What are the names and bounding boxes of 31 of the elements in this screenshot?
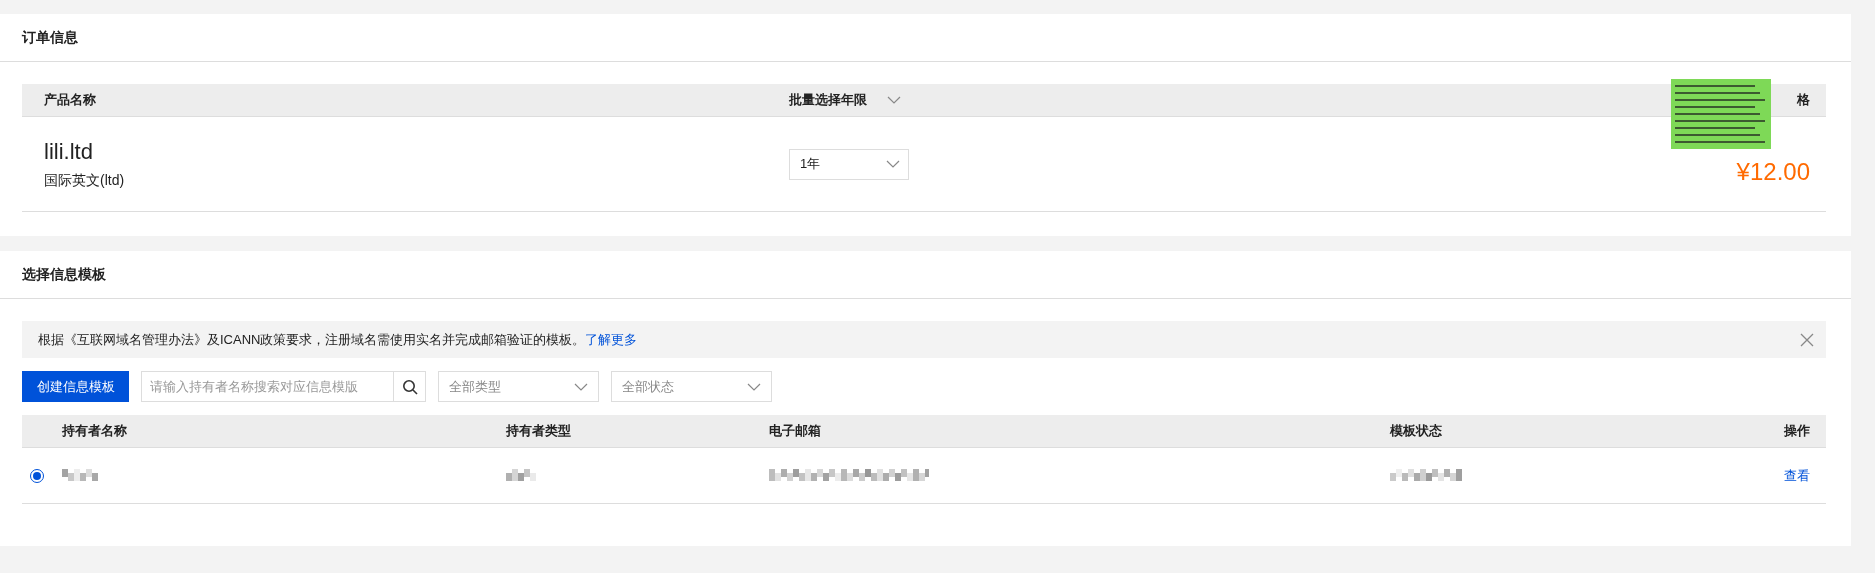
- caret-icon: [747, 382, 761, 391]
- price: ¥12.00: [1736, 157, 1810, 186]
- caret-icon: [574, 382, 588, 391]
- search-field[interactable]: 请输入持有者名称搜索对应信息模版: [141, 371, 393, 402]
- column-header: 产品名称: [44, 91, 97, 109]
- view-link[interactable]: 查看: [1784, 466, 1810, 485]
- domain-name: lili.ltd: [44, 138, 94, 165]
- search-button[interactable]: [393, 371, 426, 402]
- column-header: 电子邮箱: [769, 422, 822, 440]
- column-header: 持有者名称: [62, 422, 128, 440]
- notice-text: 根据《互联网域名管理办法》及ICANN政策要求，注册域名需使用实名并完成邮箱验证的模板。了解更多: [38, 330, 638, 349]
- period-select[interactable]: 1年: [789, 148, 909, 180]
- create-template-button[interactable]: 创建信息模板: [22, 371, 129, 402]
- caret-icon: [887, 96, 901, 104]
- section-title: 选择信息模板: [0, 251, 1851, 299]
- caret-icon: [886, 160, 900, 168]
- close-icon[interactable]: [1800, 332, 1814, 347]
- column-header: 模板状态: [1390, 422, 1443, 440]
- column-header: 持有者类型: [506, 422, 572, 440]
- learn-more-link[interactable]: 了解更多: [585, 331, 638, 347]
- column-header: 批量选择年限: [789, 91, 867, 109]
- domain-type: 国际英文(ltd): [44, 171, 125, 188]
- filter-select[interactable]: 全部状态: [611, 371, 772, 402]
- section-title: 订单信息: [0, 14, 1851, 62]
- column-header: 格: [1797, 91, 1810, 109]
- redacted-text: [1390, 468, 1462, 481]
- redacted-text: [62, 468, 98, 481]
- search-icon: [401, 378, 418, 395]
- filter-select[interactable]: 全部类型: [438, 371, 599, 402]
- column-header: 操作: [1784, 422, 1810, 440]
- redacted-text: [506, 468, 536, 481]
